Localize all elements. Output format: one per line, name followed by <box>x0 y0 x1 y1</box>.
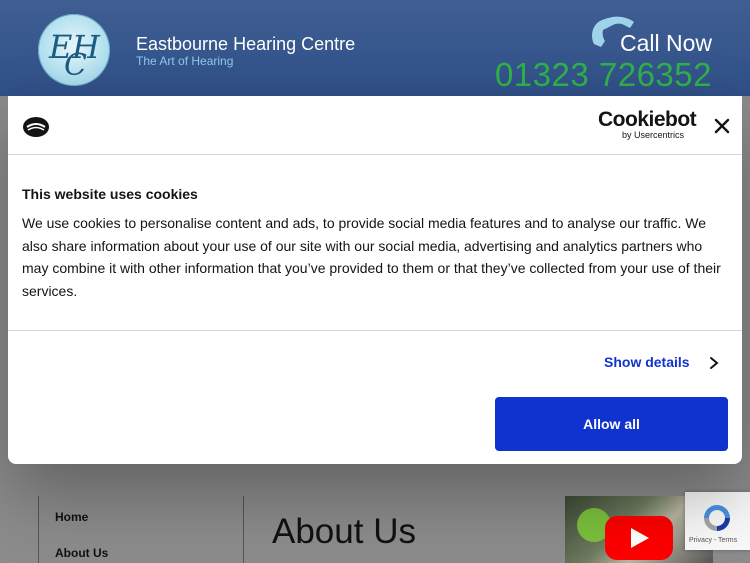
logo-letter-c: C <box>64 48 87 83</box>
dialog-divider-top <box>8 154 742 155</box>
show-details-link[interactable]: Show details <box>604 354 690 370</box>
cookie-consent-dialog: Cookiebot by Usercentrics This website u… <box>8 96 742 464</box>
recaptcha-footer[interactable]: Privacy - Terms <box>689 537 737 544</box>
cookiebot-brand: Cookiebot <box>598 108 697 131</box>
site-logo[interactable]: E H C <box>38 14 110 86</box>
youtube-play-icon[interactable] <box>605 516 673 560</box>
dialog-body-text: We use cookies to personalise content an… <box>22 215 721 299</box>
dialog-divider-bottom <box>8 330 742 331</box>
site-tagline: The Art of Hearing <box>136 54 234 68</box>
recaptcha-badge[interactable]: Privacy - Terms <box>685 492 750 550</box>
call-now-label: Call Now <box>619 30 712 56</box>
phone-number-link[interactable]: 01323 726352 <box>495 56 712 94</box>
cookie-icon <box>23 117 49 137</box>
nav-item-about-us[interactable]: About Us <box>55 546 108 560</box>
nav-item-home[interactable]: Home <box>55 510 88 524</box>
close-icon[interactable] <box>710 114 734 138</box>
chevron-right-icon[interactable] <box>708 356 720 370</box>
site-header: E H C Eastbourne Hearing Centre The Art … <box>0 0 750 96</box>
side-nav: Home About Us <box>38 496 244 563</box>
dialog-heading: This website uses cookies <box>22 186 198 202</box>
cookiebot-logo[interactable]: Cookiebot by Usercentrics <box>598 108 704 140</box>
cookiebot-brand-sub: by Usercentrics <box>622 130 685 140</box>
recaptcha-icon <box>704 505 730 531</box>
site-title[interactable]: Eastbourne Hearing Centre <box>136 34 355 55</box>
allow-all-button[interactable]: Allow all <box>495 397 728 451</box>
page-title: About Us <box>272 512 416 551</box>
